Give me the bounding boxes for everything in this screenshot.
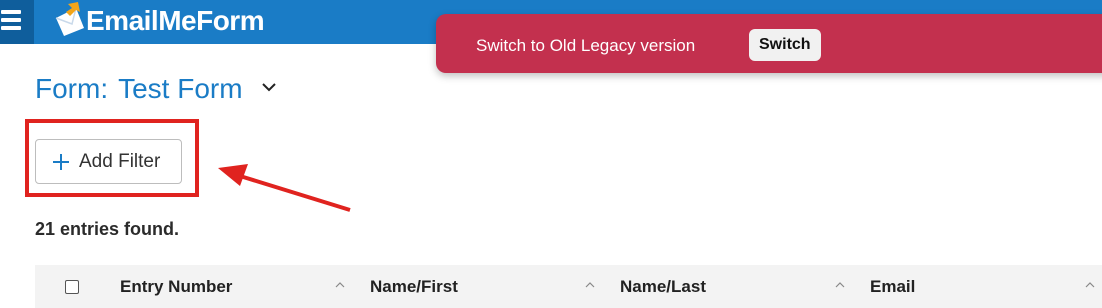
- select-all-checkbox[interactable]: [65, 280, 79, 294]
- sort-icon[interactable]: [335, 281, 345, 289]
- add-filter-label: Add Filter: [79, 151, 161, 172]
- entries-count: 21 entries found.: [35, 219, 180, 239]
- column-header-name-first[interactable]: Name/First: [370, 277, 458, 297]
- logo-text: EmailMeForm: [86, 5, 265, 36]
- form-selector[interactable]: Form: Test Form: [35, 72, 277, 106]
- annotation-arrow: [218, 164, 351, 212]
- column-header-email[interactable]: Email: [870, 277, 915, 297]
- menu-icon: [1, 10, 21, 14]
- column-header-name-last[interactable]: Name/Last: [620, 277, 706, 297]
- menu-icon: [1, 26, 21, 30]
- legacy-banner-message: Switch to Old Legacy version: [476, 36, 696, 55]
- switch-button[interactable]: Switch: [749, 29, 821, 61]
- table-header: Entry Number Name/First Name/Last Email: [35, 265, 1102, 308]
- legacy-version-banner: Switch to Old Legacy version Switch: [436, 14, 1102, 73]
- app-logo[interactable]: EmailMeForm: [50, 0, 265, 44]
- menu-icon: [1, 18, 21, 22]
- envelope-logo-icon: [55, 2, 84, 36]
- column-header-entry-number[interactable]: Entry Number: [120, 277, 232, 297]
- sort-icon[interactable]: [585, 281, 595, 289]
- sort-icon[interactable]: [1085, 281, 1095, 289]
- menu-button[interactable]: [0, 0, 34, 44]
- form-title-name: Test Form: [118, 73, 243, 104]
- add-filter-button[interactable]: Add Filter: [35, 139, 182, 184]
- sort-icon[interactable]: [835, 281, 845, 289]
- plus-icon: [53, 154, 69, 170]
- form-title-prefix: Form:: [35, 73, 109, 104]
- chevron-down-icon[interactable]: [261, 79, 277, 95]
